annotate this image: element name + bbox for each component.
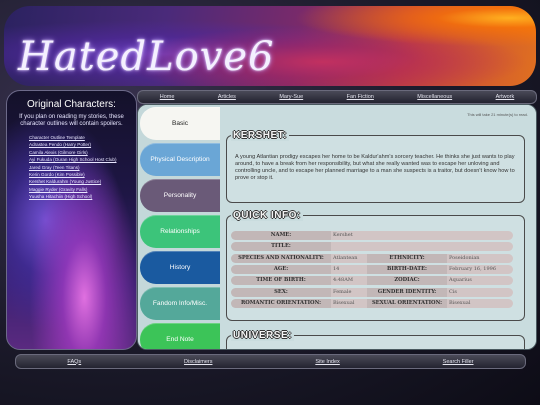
info-label: SEX: (231, 287, 331, 297)
nav-site-index[interactable]: Site Index (315, 359, 339, 365)
nav-miscellaneous[interactable]: Miscellaneous (417, 94, 452, 100)
character-link[interactable]: Adrastea Pendo (Harry Potter) (29, 141, 136, 148)
info-label: NAME: (231, 231, 331, 241)
nav-home[interactable]: Home (160, 94, 175, 100)
info-row: TITLE: (231, 241, 520, 252)
character-list: Character Outline Template Adrastea Pend… (7, 134, 136, 201)
info-value: Kershet (331, 231, 513, 241)
tab-personality[interactable]: Personality (140, 179, 220, 212)
info-label: AGE: (231, 265, 331, 275)
nav-mary-sue[interactable]: Mary-Sue (279, 94, 303, 100)
nav-articles[interactable]: Articles (218, 94, 236, 100)
tab-fandom-info[interactable]: Fandom Info/Misc. (140, 287, 220, 320)
character-link[interactable]: Jared Gray (Teen Titans) (29, 164, 136, 171)
info-row: AGE: 14 BIRTH-DATE: February 16, 1996 (231, 264, 520, 275)
tab-history[interactable]: History (140, 251, 220, 284)
info-row: ROMANTIC ORIENTATION: Bisexual SEXUAL OR… (231, 298, 520, 309)
info-value: Atlantean (331, 253, 367, 263)
info-label: SEXUAL ORIENTATION: (367, 298, 447, 308)
bottom-nav: FAQs Disclaimers Site Index Search Fille… (15, 354, 526, 369)
quick-info-table: NAME: Kershet TITLE: SPECIES AND NATIONA… (227, 230, 524, 309)
info-label: TIME OF BIRTH: (231, 276, 331, 286)
kershet-box: KERSHET: A young Atlantian prodigy escap… (226, 130, 525, 203)
info-label: GENDER IDENTITY: (367, 287, 447, 297)
tab-basic[interactable]: Basic (140, 107, 220, 140)
info-value (331, 242, 513, 252)
info-value: February 16, 1996 (447, 265, 513, 275)
nav-faqs[interactable]: FAQs (67, 359, 81, 365)
info-value: Aquarius (447, 276, 513, 286)
content-panel: Basic Physical Description Personality R… (137, 104, 537, 350)
info-value: Bisexual (447, 298, 513, 308)
character-link[interactable]: Character Outline Template (29, 134, 136, 141)
nav-artwork[interactable]: Artwork (496, 94, 515, 100)
quick-info-heading: QUICK INFO: (231, 210, 303, 221)
info-label: ETHNICITY: (367, 253, 447, 263)
character-link[interactable]: Kershet Kaldurahm (Young Justice) (29, 178, 136, 185)
info-row: SEX: Female GENDER IDENTITY: Cis (231, 286, 520, 297)
site-title: HatedLove6 (18, 34, 275, 80)
character-link[interactable]: Ayi Fukuda (Ouran High School Host Club) (29, 156, 136, 163)
info-value: 4:48AM (331, 276, 367, 286)
read-time: This will take 21 minute(s) to read. (467, 112, 528, 117)
info-value: 14 (331, 265, 367, 275)
sidebar-note: If you plan on reading my stories, these… (19, 114, 124, 127)
sidebar-heading: Original Characters: (27, 99, 116, 110)
universe-heading: UNIVERSE: (231, 330, 294, 341)
nav-disclaimers[interactable]: Disclaimers (184, 359, 212, 365)
kershet-heading: KERSHET: (231, 130, 290, 141)
info-row: TIME OF BIRTH: 4:48AM ZODIAC: Aquarius (231, 275, 520, 286)
character-link[interactable]: Kerin Gordo (Kim Possible) (29, 171, 136, 178)
basic-panel: This will take 21 minute(s) to read. KER… (220, 105, 536, 349)
info-label: SPECIES AND NATIONALITY: (231, 253, 331, 263)
kershet-summary: A young Atlantian prodigy escapes her ho… (235, 154, 515, 181)
nav-search-filler[interactable]: Search Filler (443, 359, 474, 365)
tab-end-note[interactable]: End Note (140, 323, 220, 349)
tab-relationships[interactable]: Relationships (140, 215, 220, 248)
quick-info-box: QUICK INFO: NAME: Kershet TITLE: SPECIES… (226, 210, 525, 321)
character-link[interactable]: Maggie Ryder (Gravity Falls) (29, 186, 136, 193)
sidebar: Original Characters: If you plan on read… (6, 90, 137, 350)
tab-list: Basic Physical Description Personality R… (138, 105, 220, 349)
nav-fan-fiction[interactable]: Fan Fiction (347, 94, 374, 100)
character-link[interactable]: Yuusha Hitachiin (High School) (29, 193, 136, 200)
top-nav: Home Articles Mary-Sue Fan Fiction Misce… (137, 90, 537, 104)
info-row: NAME: Kershet (231, 230, 520, 241)
tab-physical-description[interactable]: Physical Description (140, 143, 220, 176)
info-value: Bisexual (331, 298, 367, 308)
info-label: BIRTH-DATE: (367, 265, 447, 275)
info-value: Female (331, 287, 367, 297)
site-banner: HatedLove6 (4, 6, 536, 86)
info-label: ROMANTIC ORIENTATION: (231, 298, 331, 308)
info-label: TITLE: (231, 242, 331, 252)
info-value: Poseidonian (447, 253, 513, 263)
character-link[interactable]: Camila Alexis (Gilmore Girls) (29, 149, 136, 156)
info-label: ZODIAC: (367, 276, 447, 286)
universe-box: UNIVERSE: (226, 330, 525, 349)
info-value: Cis (447, 287, 513, 297)
info-row: SPECIES AND NATIONALITY: Atlantean ETHNI… (231, 253, 520, 264)
